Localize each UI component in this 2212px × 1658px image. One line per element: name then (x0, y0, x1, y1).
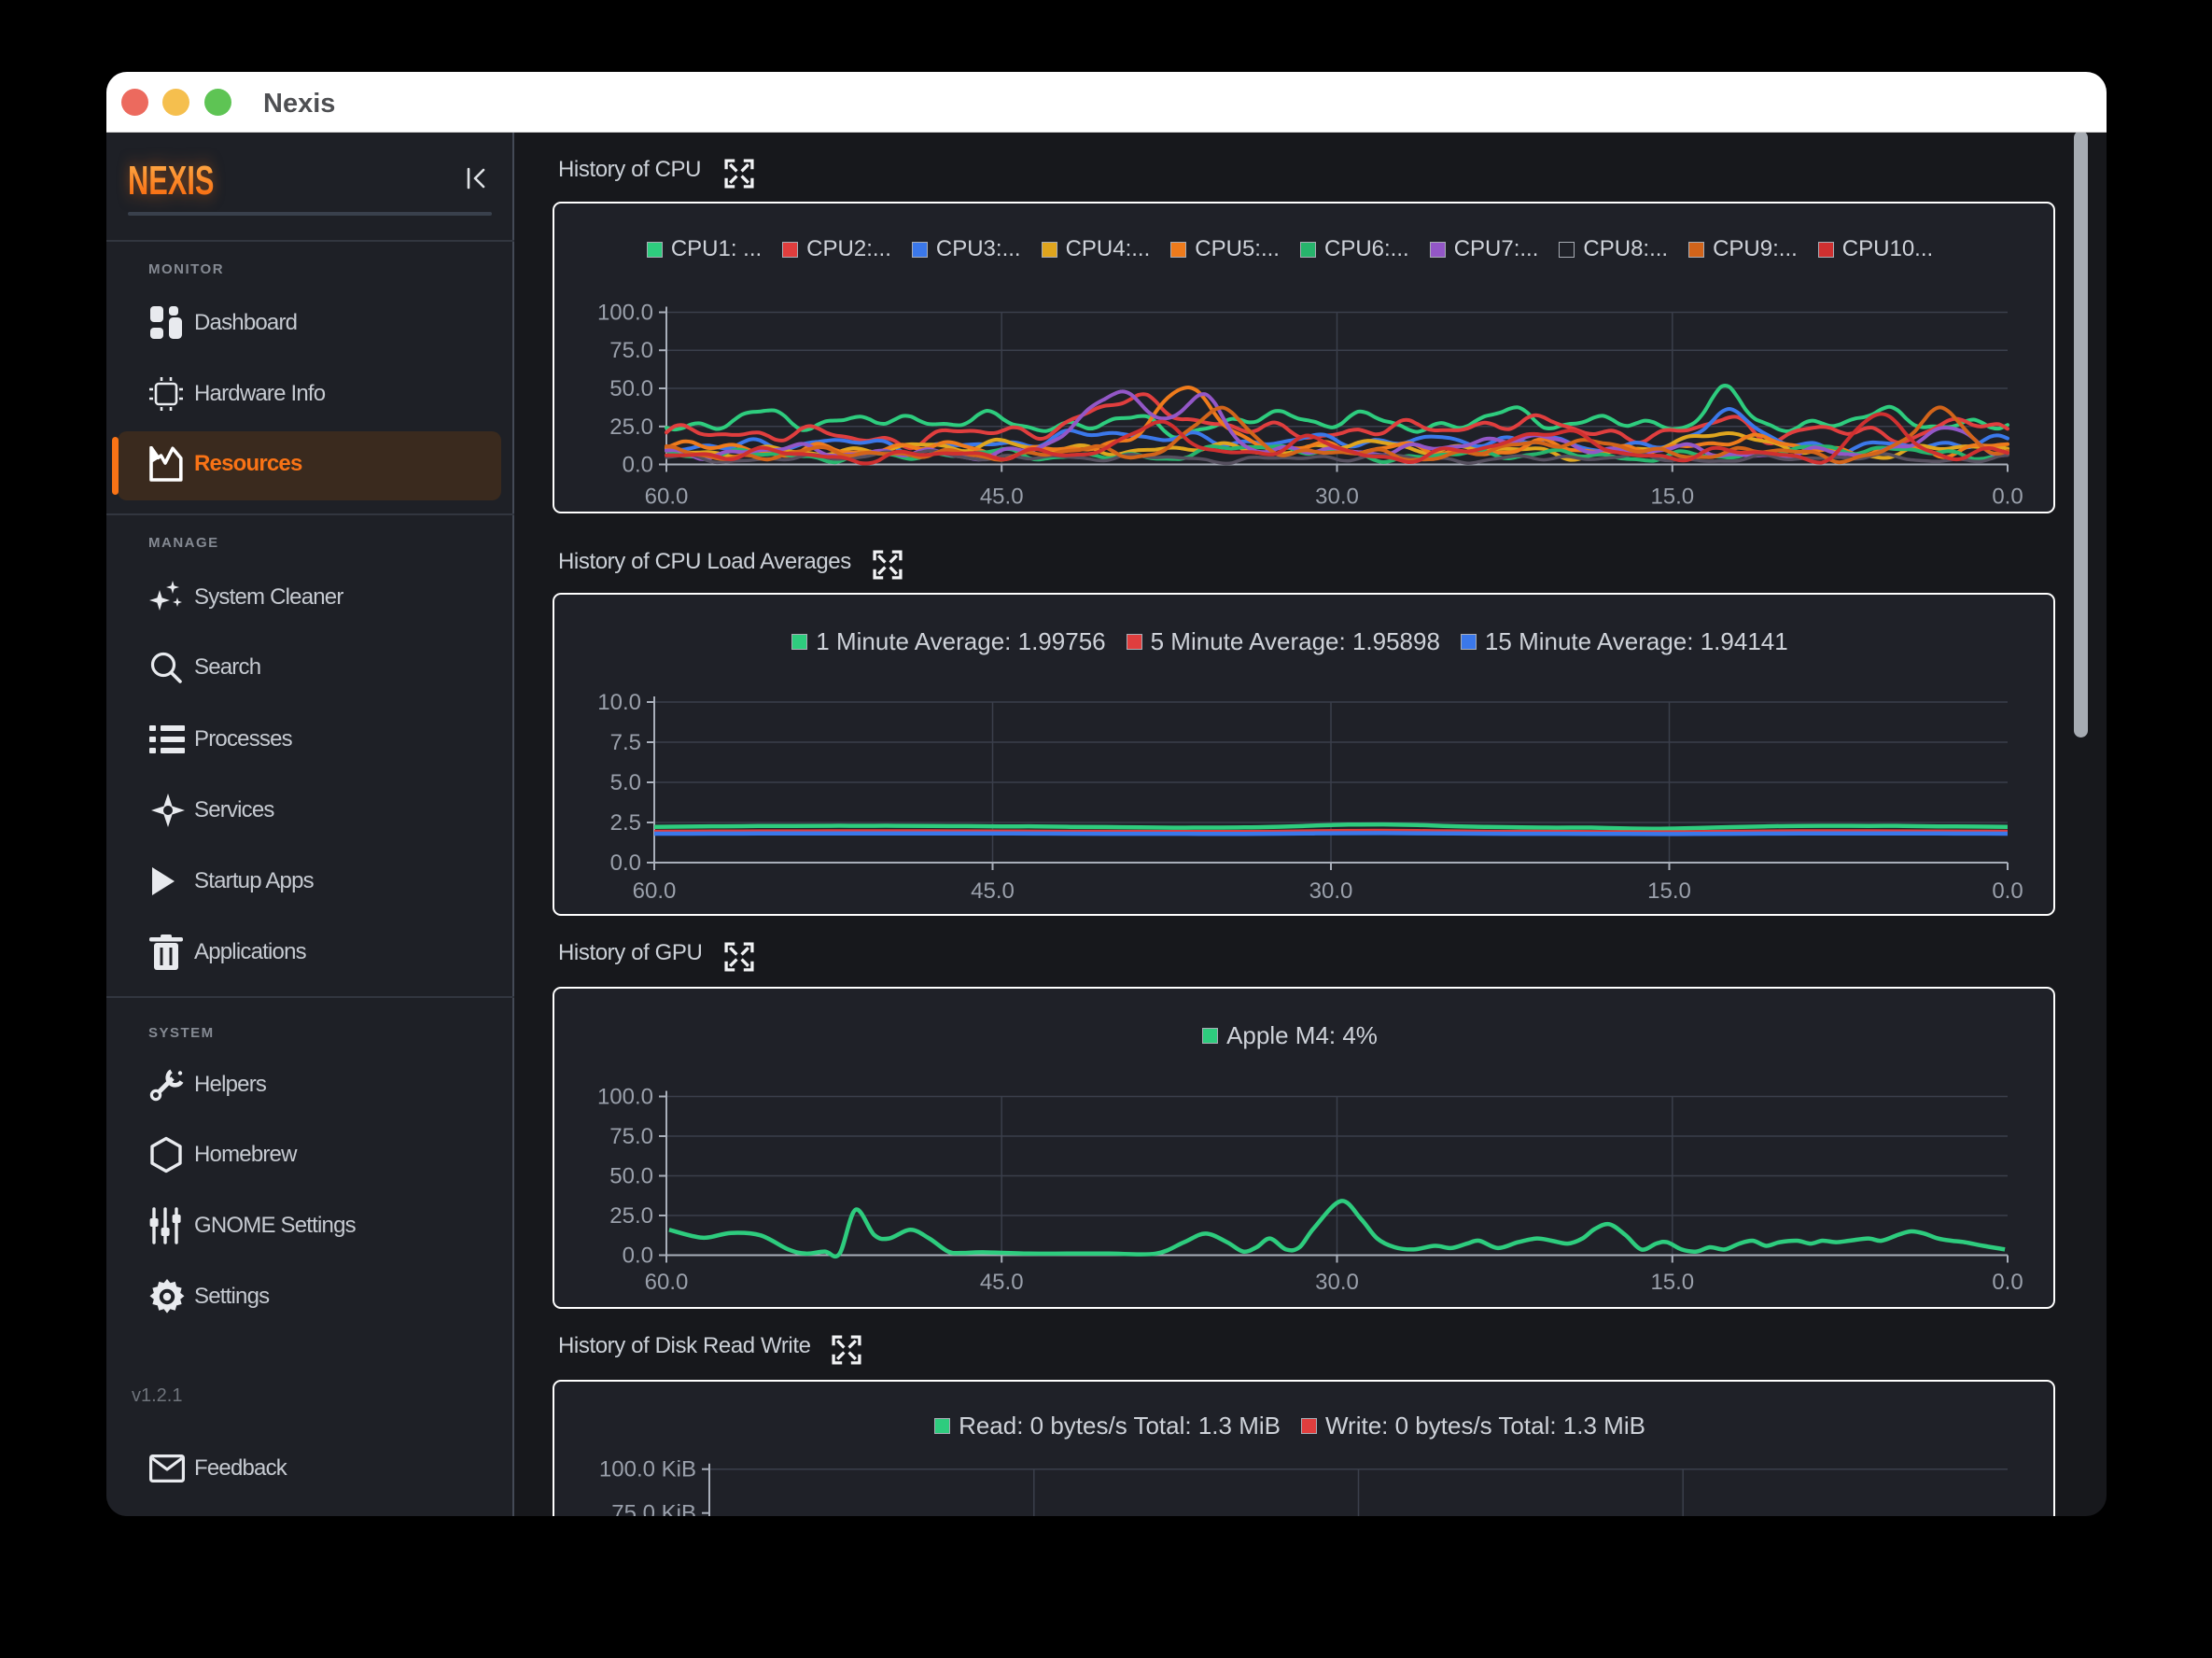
svg-text:60.0: 60.0 (644, 1270, 688, 1295)
svg-text:50.0: 50.0 (609, 1163, 653, 1188)
svg-text:30.0: 30.0 (1309, 878, 1352, 904)
svg-text:25.0: 25.0 (609, 1203, 653, 1229)
svg-text:0.0: 0.0 (1992, 1270, 2023, 1295)
svg-text:30.0: 30.0 (1315, 1270, 1359, 1295)
svg-text:75.0 KiB: 75.0 KiB (611, 1500, 696, 1516)
svg-text:15.0: 15.0 (1650, 484, 1694, 509)
svg-text:45.0: 45.0 (979, 484, 1023, 509)
svg-text:60.0: 60.0 (644, 484, 688, 509)
svg-text:50.0: 50.0 (609, 376, 653, 401)
svg-text:100.0 KiB: 100.0 KiB (598, 1456, 695, 1482)
svg-text:2.5: 2.5 (609, 810, 640, 836)
svg-text:15.0: 15.0 (1650, 1270, 1694, 1295)
svg-text:60.0: 60.0 (632, 878, 676, 904)
svg-text:15.0: 15.0 (1647, 878, 1691, 904)
svg-text:0.0: 0.0 (622, 1243, 652, 1268)
svg-text:7.5: 7.5 (609, 730, 640, 755)
svg-text:100.0: 100.0 (596, 300, 652, 325)
svg-text:0.0: 0.0 (609, 850, 640, 876)
svg-text:0.0: 0.0 (1992, 484, 2023, 509)
svg-text:30.0: 30.0 (1315, 484, 1359, 509)
svg-text:10.0: 10.0 (597, 690, 641, 715)
svg-text:45.0: 45.0 (971, 878, 1015, 904)
svg-text:75.0: 75.0 (609, 338, 653, 363)
svg-text:100.0: 100.0 (596, 1084, 652, 1109)
svg-text:0.0: 0.0 (1992, 878, 2023, 904)
svg-text:45.0: 45.0 (979, 1270, 1023, 1295)
svg-text:0.0: 0.0 (622, 452, 652, 477)
svg-text:5.0: 5.0 (609, 770, 640, 795)
svg-text:25.0: 25.0 (609, 414, 653, 439)
svg-text:75.0: 75.0 (609, 1124, 653, 1149)
